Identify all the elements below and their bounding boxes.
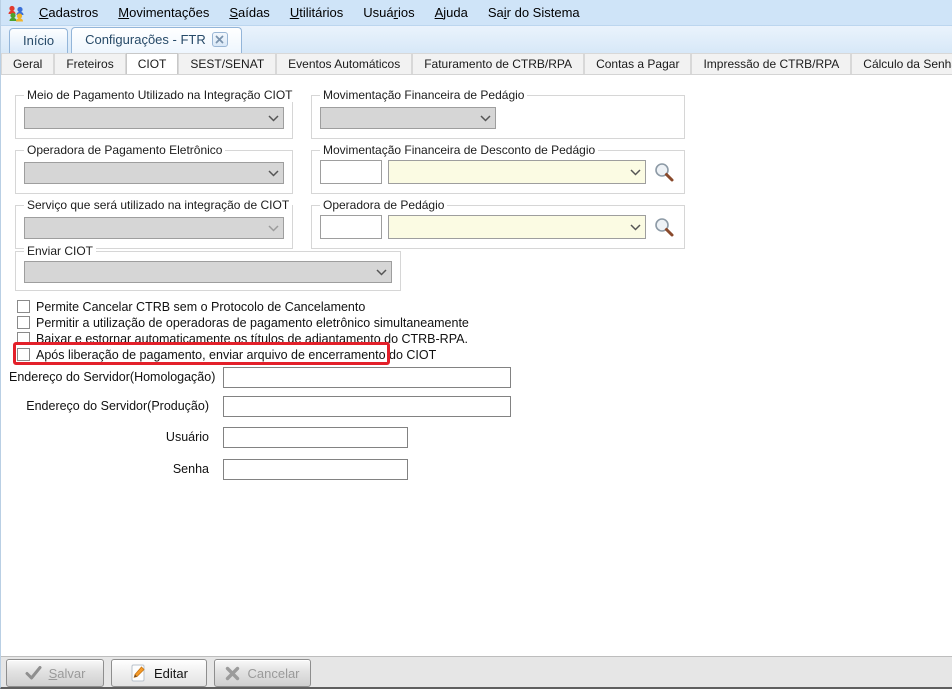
menu-utilitarios[interactable]: Utilitários	[280, 1, 353, 24]
usuario-input[interactable]	[223, 427, 408, 448]
menu-bar: Cadastros Movimentações Saídas Utilitári…	[1, 0, 952, 26]
checkbox-row-baixar-estornar: Baixar e estornar automaticamente os tít…	[17, 331, 468, 346]
homologacao-input[interactable]	[223, 367, 511, 388]
app-window: Cadastros Movimentações Saídas Utilitári…	[0, 0, 952, 689]
servico-ciot-select[interactable]	[24, 217, 284, 239]
group-mov-desconto-pedagio: Movimentação Financeira de Desconto de P…	[311, 143, 685, 194]
chevron-down-icon	[376, 268, 387, 276]
checkbox-label: Baixar e estornar automaticamente os tít…	[36, 331, 468, 346]
mov-pedagio-select[interactable]	[320, 107, 496, 129]
checkbox-label: Permite Cancelar CTRB sem o Protocolo de…	[36, 299, 366, 314]
group-operadora-pedagio-label: Operadora de Pedágio	[320, 198, 448, 212]
tab-inicio-label: Início	[23, 33, 55, 48]
settings-tab-bar: Geral Freteiros CIOT SEST/SENAT Eventos …	[1, 53, 952, 75]
pencil-icon	[131, 664, 145, 682]
producao-label: Endereço do Servidor(Produção)	[26, 399, 209, 413]
menu-saidas[interactable]: Saídas	[219, 1, 279, 24]
group-mov-pedagio: Movimentação Financeira de Pedágio	[311, 88, 685, 139]
group-meio-pagamento-label: Meio de Pagamento Utilizado na Integraçã…	[24, 88, 296, 102]
mov-desconto-combo[interactable]	[388, 160, 646, 184]
group-enviar-ciot: Enviar CIOT	[15, 244, 401, 291]
senha-input[interactable]	[223, 459, 408, 480]
tab-sest-senat[interactable]: SEST/SENAT	[178, 53, 277, 74]
salvar-button[interactable]: Salvar	[6, 659, 104, 687]
mov-desconto-code-input[interactable]	[320, 160, 382, 184]
footer-button-bar: Salvar Editar Cancelar	[1, 656, 952, 687]
enviar-ciot-select[interactable]	[24, 261, 392, 283]
tab-impressao-ctrb-rpa[interactable]: Impressão de CTRB/RPA	[691, 53, 852, 74]
chevron-down-icon	[630, 168, 641, 176]
tab-calculo-da-senha[interactable]: Cálculo da Senha	[851, 53, 952, 74]
tab-inicio[interactable]: Início	[9, 28, 69, 53]
search-lens-icon[interactable]	[653, 216, 675, 238]
tab-ciot[interactable]: CIOT	[125, 53, 179, 74]
checkbox-label: Permitir a utilização de operadoras de p…	[36, 315, 469, 330]
users-group-icon	[8, 5, 24, 21]
operadora-eletronico-select[interactable]	[24, 162, 284, 184]
homologacao-label: Endereço do Servidor(Homologação)	[9, 370, 216, 384]
usuario-label: Usuário	[165, 430, 209, 444]
checkbox-apos-liberacao[interactable]	[17, 348, 30, 361]
search-lens-icon[interactable]	[653, 161, 675, 183]
chevron-down-icon	[268, 224, 279, 232]
salvar-label: Salvar	[48, 665, 86, 681]
tab-contas-a-pagar[interactable]: Contas a Pagar	[584, 53, 692, 74]
checkbox-baixar-estornar[interactable]	[17, 332, 30, 345]
menu-usuarios[interactable]: Usuários	[353, 1, 424, 24]
operadora-pedagio-code-input[interactable]	[320, 215, 382, 239]
tab-eventos-automaticos[interactable]: Eventos Automáticos	[276, 53, 413, 74]
checkbox-permitir-operadoras[interactable]	[17, 316, 30, 329]
menu-sair-do-sistema[interactable]: Sair do Sistema	[478, 1, 590, 24]
checkbox-permite-cancelar[interactable]	[17, 300, 30, 313]
group-meio-pagamento: Meio de Pagamento Utilizado na Integraçã…	[15, 88, 296, 139]
operadora-pedagio-combo[interactable]	[388, 215, 646, 239]
checkbox-row-permitir-operadoras: Permitir a utilização de operadoras de p…	[17, 315, 469, 330]
editar-label: Editar	[154, 665, 188, 681]
group-servico-ciot-label: Serviço que será utilizado na integração…	[24, 198, 293, 212]
producao-input[interactable]	[223, 396, 511, 417]
editar-button[interactable]: Editar	[111, 659, 207, 687]
group-operadora-pedagio: Operadora de Pedágio	[311, 198, 685, 249]
group-mov-desconto-pedagio-label: Movimentação Financeira de Desconto de P…	[320, 143, 599, 157]
checkbox-label: Após liberação de pagamento, enviar arqu…	[36, 347, 437, 362]
close-tab-icon[interactable]	[211, 32, 228, 47]
tab-faturamento-ctrb-rpa[interactable]: Faturamento de CTRB/RPA	[412, 53, 585, 74]
x-icon	[226, 666, 240, 680]
ciot-settings-panel: Meio de Pagamento Utilizado na Integraçã…	[1, 75, 952, 656]
tab-configuracoes-label: Configurações - FTR	[85, 32, 206, 47]
chevron-down-icon	[480, 114, 491, 122]
group-servico-ciot: Serviço que será utilizado na integração…	[15, 198, 293, 249]
chevron-down-icon	[630, 223, 641, 231]
checkbox-row-permite-cancelar: Permite Cancelar CTRB sem o Protocolo de…	[17, 299, 365, 314]
meio-pagamento-select[interactable]	[24, 107, 284, 129]
menu-ajuda[interactable]: Ajuda	[425, 1, 478, 24]
group-enviar-ciot-label: Enviar CIOT	[24, 244, 97, 258]
chevron-down-icon	[268, 169, 279, 177]
tab-configuracoes-ftr[interactable]: Configurações - FTR	[71, 27, 242, 53]
group-operadora-eletronico-label: Operadora de Pagamento Eletrônico	[24, 143, 226, 157]
group-operadora-eletronico: Operadora de Pagamento Eletrônico	[15, 143, 293, 194]
cancelar-button[interactable]: Cancelar	[214, 659, 311, 687]
checkbox-row-apos-liberacao: Após liberação de pagamento, enviar arqu…	[17, 347, 436, 362]
document-tab-bar: Início Configurações - FTR	[1, 26, 952, 53]
menu-cadastros[interactable]: Cadastros	[29, 1, 108, 24]
tab-geral[interactable]: Geral	[1, 53, 55, 74]
check-icon	[25, 666, 42, 680]
menu-movimentacoes[interactable]: Movimentações	[108, 1, 219, 24]
group-mov-pedagio-label: Movimentação Financeira de Pedágio	[320, 88, 528, 102]
chevron-down-icon	[268, 114, 279, 122]
tab-freteiros[interactable]: Freteiros	[54, 53, 126, 74]
senha-label: Senha	[172, 462, 209, 476]
cancelar-label: Cancelar	[247, 665, 300, 681]
